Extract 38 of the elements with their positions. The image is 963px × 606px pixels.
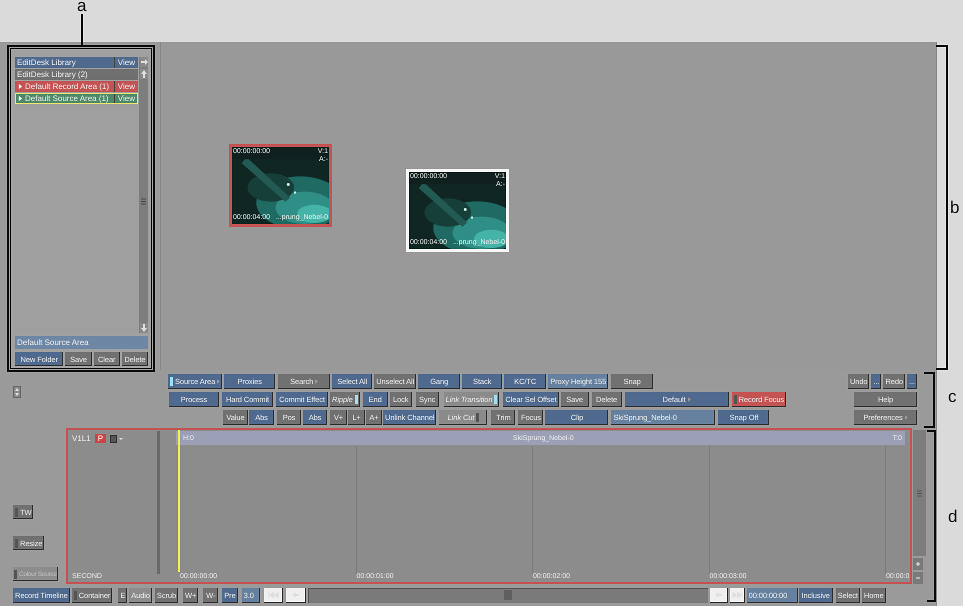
expand-arrow-icon[interactable] <box>18 96 23 101</box>
arrow-up-icon[interactable] <box>140 69 148 79</box>
library-item[interactable]: Default Source Area (1) View <box>15 93 138 104</box>
transport-button[interactable] <box>730 588 745 602</box>
library-item[interactable]: Default Record Area (1) View <box>15 81 138 92</box>
zoom-out-icon[interactable] <box>913 572 923 584</box>
scrollbar[interactable] <box>139 57 148 333</box>
bracket-line <box>924 372 935 428</box>
spin-icon[interactable] <box>13 386 21 398</box>
view-link[interactable]: View <box>114 81 138 92</box>
skip-end-icon <box>732 592 743 598</box>
scrollbar[interactable] <box>913 430 926 556</box>
callout-label: b <box>950 199 960 216</box>
track-badge[interactable]: P <box>94 434 106 443</box>
grip-icon[interactable] <box>504 590 512 600</box>
transport-button[interactable] <box>286 588 306 602</box>
arrow-right-icon[interactable] <box>140 57 148 67</box>
transport-button[interactable] <box>710 588 728 602</box>
item-label: Default Source Area (1) <box>25 94 110 103</box>
grip-icon[interactable] <box>141 198 146 204</box>
callout-label: d <box>948 508 958 525</box>
item-label: EditDesk Library (2) <box>17 70 89 79</box>
view-link[interactable]: View <box>114 93 138 104</box>
zoom-in-icon[interactable] <box>913 558 923 570</box>
callout-label: a <box>77 0 86 14</box>
callout-label: c <box>948 388 956 405</box>
library-item[interactable]: EditDesk Library (2) <box>15 69 138 80</box>
transport-button[interactable] <box>264 588 283 602</box>
view-link[interactable]: View <box>114 57 138 68</box>
item-label: Default Record Area (1) <box>25 82 110 91</box>
library-title: EditDesk Library <box>17 58 77 67</box>
selection-label: Default Source Area <box>15 336 148 349</box>
track-name: V1L1 <box>72 434 91 443</box>
grip-icon[interactable] <box>917 490 922 496</box>
expand-arrow-icon[interactable] <box>18 84 23 89</box>
arrow-down-icon[interactable] <box>140 323 148 333</box>
scrollbar[interactable] <box>157 431 160 574</box>
checkbox-icon[interactable] <box>110 434 124 442</box>
